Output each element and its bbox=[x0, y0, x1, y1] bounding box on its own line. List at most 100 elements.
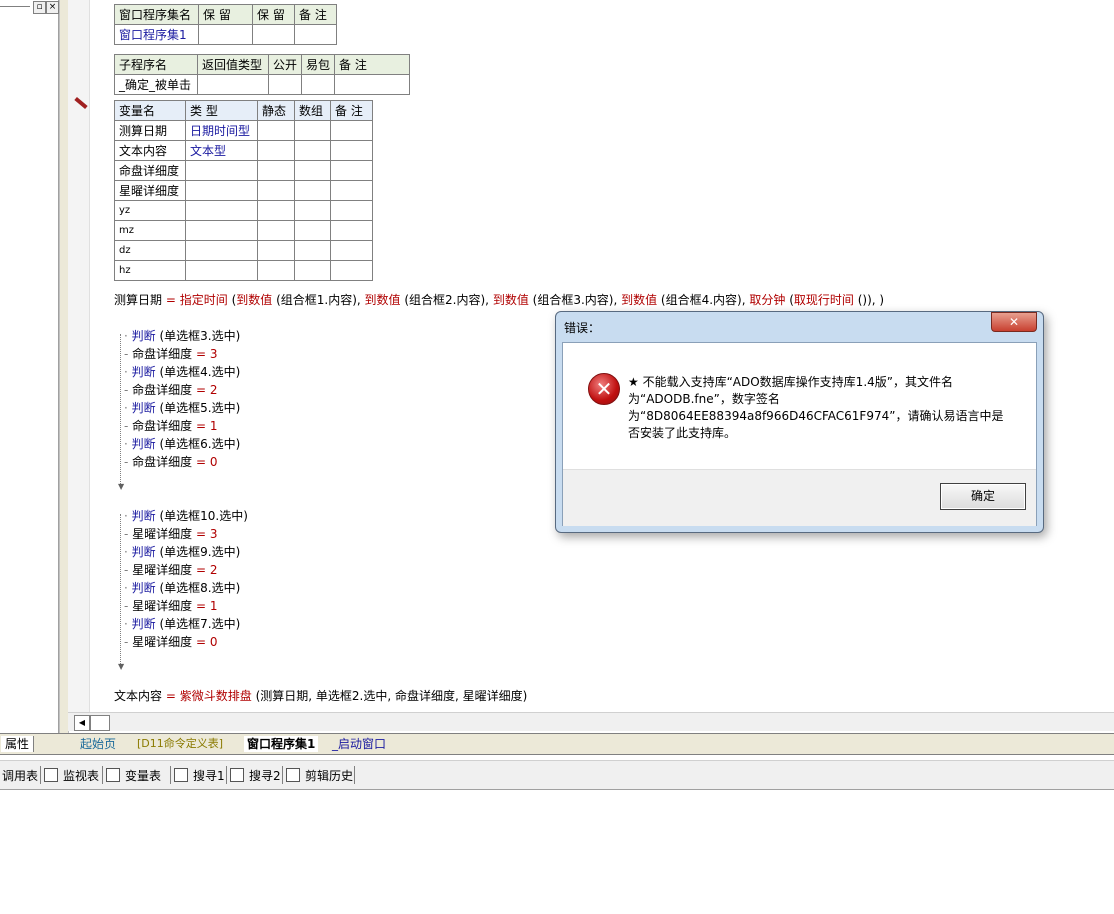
code-number: 2 bbox=[209, 383, 218, 397]
code-line-assign[interactable]: - 星曜详细度 = 1 bbox=[124, 597, 218, 614]
code-arguments: (到数值 (组合框1.内容), 到数值 (组合框2.内容), 到数值 (组合框3… bbox=[227, 293, 885, 307]
table-header: 公开 bbox=[267, 54, 303, 75]
toolbar-button[interactable]: 变量表 bbox=[106, 767, 161, 784]
tab-startup-window[interactable]: _启动窗口 bbox=[332, 736, 386, 752]
table-cell[interactable] bbox=[252, 24, 295, 45]
tab-start-page[interactable]: 起始页 bbox=[80, 736, 116, 752]
table-cell[interactable]: 窗口程序集1 bbox=[114, 24, 199, 45]
restore-icon[interactable]: ▫ bbox=[33, 1, 46, 14]
code-function: 指定时间 bbox=[179, 293, 228, 307]
var-type[interactable] bbox=[185, 260, 258, 281]
tab-window-assembly[interactable]: 窗口程序集1 bbox=[244, 736, 319, 752]
code-line-assign[interactable]: - 命盘详细度 = 3 bbox=[124, 345, 218, 362]
code-text: ( bbox=[227, 293, 237, 307]
table-row[interactable]: 星曜详细度 bbox=[114, 180, 373, 201]
toolbar-button[interactable]: 搜寻1 bbox=[174, 767, 225, 784]
horizontal-scrollbar[interactable]: ◀ bbox=[68, 712, 1114, 731]
table-cell[interactable] bbox=[198, 24, 253, 45]
code-line-if[interactable]: · 判断 (单选框6.选中) bbox=[124, 435, 240, 452]
table-cell[interactable]: _确定_被单击 bbox=[114, 74, 198, 95]
var-name[interactable]: 测算日期 bbox=[114, 120, 186, 141]
table-cell[interactable] bbox=[294, 24, 337, 45]
var-name[interactable]: 命盘详细度 bbox=[114, 160, 186, 181]
code-line-assign[interactable]: - 星曜详细度 = 0 bbox=[124, 633, 218, 650]
variable-table: 变量名 类 型 静态 数组 备 注 测算日期 日期时间型 文本内容 文本型 命盘详细… bbox=[114, 100, 373, 281]
tab-dll-commands[interactable]: [D11命令定义表] bbox=[137, 736, 223, 752]
var-name[interactable]: mz bbox=[114, 220, 186, 241]
code-line-if[interactable]: · 判断 (单选框4.选中) bbox=[124, 363, 240, 380]
code-line-assign[interactable]: - 命盘详细度 = 1 bbox=[124, 417, 218, 434]
table-cell[interactable] bbox=[267, 74, 303, 95]
code-identifier: 测算日期 bbox=[114, 293, 163, 307]
code-arguments: (单选框5.选中) bbox=[155, 401, 241, 415]
tree-connector: - bbox=[124, 599, 133, 613]
ok-button[interactable]: 确定 bbox=[940, 483, 1026, 510]
search-icon bbox=[230, 768, 244, 782]
table-row[interactable]: yz bbox=[114, 200, 373, 221]
table-row[interactable]: 测算日期 日期时间型 bbox=[114, 120, 373, 141]
code-line-assign[interactable]: - 星曜详细度 = 3 bbox=[124, 525, 218, 542]
code-line-if[interactable]: · 判断 (单选框5.选中) bbox=[124, 399, 240, 416]
toolbar-button[interactable]: 搜寻2 bbox=[230, 767, 281, 784]
code-keyword: 判断 bbox=[131, 329, 156, 343]
code-keyword: 判断 bbox=[131, 617, 156, 631]
code-identifier: 命盘详细度 bbox=[132, 455, 196, 469]
code-line-assign[interactable]: - 命盘详细度 = 0 bbox=[124, 453, 218, 470]
toolbar-label: 调用表 bbox=[2, 769, 39, 783]
code-keyword: 判断 bbox=[131, 437, 156, 451]
code-identifier: 文本内容 bbox=[114, 689, 163, 703]
code-number: 3 bbox=[209, 527, 218, 541]
tree-connector: - bbox=[124, 455, 133, 469]
toolbar-button[interactable]: 剪辑历史 bbox=[286, 767, 353, 784]
table-header: 数组 bbox=[294, 100, 331, 121]
var-type[interactable]: 文本型 bbox=[185, 140, 258, 161]
code-line-assign-date[interactable]: 测算日期 = 指定时间 (到数值 (组合框1.内容), 到数值 (组合框2.内容… bbox=[114, 291, 884, 308]
toolbar-button[interactable]: 监视表 bbox=[44, 767, 99, 784]
table-cell[interactable] bbox=[301, 74, 336, 95]
var-name[interactable]: hz bbox=[114, 260, 186, 281]
var-name[interactable]: 文本内容 bbox=[114, 140, 186, 161]
search-icon bbox=[174, 768, 188, 782]
table-cell[interactable] bbox=[334, 74, 411, 95]
code-line-if[interactable]: · 判断 (单选框8.选中) bbox=[124, 579, 240, 596]
toolbar-label: 搜寻2 bbox=[249, 769, 281, 783]
code-function: 取分钟 bbox=[749, 293, 786, 307]
code-line-assign-text[interactable]: 文本内容 = 紫微斗数排盘 (测算日期, 单选框2.选中, 命盘详细度, 星曜详… bbox=[114, 687, 527, 704]
var-type[interactable] bbox=[185, 220, 258, 241]
close-icon[interactable]: × bbox=[46, 1, 59, 14]
code-arguments: (单选框7.选中) bbox=[155, 617, 241, 631]
table-cell[interactable] bbox=[197, 74, 269, 95]
toolbar-button[interactable]: 调用表 bbox=[2, 767, 38, 784]
close-icon[interactable]: ✕ bbox=[991, 312, 1037, 332]
toolbar-separator bbox=[170, 766, 171, 784]
table-row[interactable]: dz bbox=[114, 240, 373, 261]
var-name[interactable]: yz bbox=[114, 200, 186, 221]
var-type[interactable] bbox=[185, 160, 258, 181]
tab-properties[interactable]: 属性 bbox=[1, 736, 35, 752]
clipboard-icon bbox=[286, 768, 300, 782]
code-number: 2 bbox=[209, 563, 218, 577]
table-row[interactable]: mz bbox=[114, 220, 373, 241]
var-type[interactable] bbox=[185, 180, 258, 201]
table-header: 窗口程序集名 bbox=[114, 4, 199, 25]
table-row[interactable]: 文本内容 文本型 bbox=[114, 140, 373, 161]
var-name[interactable]: dz bbox=[114, 240, 186, 261]
table-header: 备 注 bbox=[294, 4, 337, 25]
var-type[interactable] bbox=[185, 240, 258, 261]
var-type[interactable] bbox=[185, 200, 258, 221]
var-name[interactable]: 星曜详细度 bbox=[114, 180, 186, 201]
table-row[interactable]: hz bbox=[114, 260, 373, 281]
code-line-assign[interactable]: - 星曜详细度 = 2 bbox=[124, 561, 218, 578]
scroll-thumb[interactable] bbox=[90, 715, 110, 731]
toolbar-separator bbox=[354, 766, 355, 784]
table-row[interactable]: 命盘详细度 bbox=[114, 160, 373, 181]
code-line-assign[interactable]: - 命盘详细度 = 2 bbox=[124, 381, 218, 398]
var-type[interactable]: 日期时间型 bbox=[185, 120, 258, 141]
code-line-if[interactable]: · 判断 (单选框9.选中) bbox=[124, 543, 240, 560]
scroll-left-icon[interactable]: ◀ bbox=[74, 715, 90, 731]
tree-connector: · bbox=[124, 581, 132, 595]
code-line-if[interactable]: · 判断 (单选框7.选中) bbox=[124, 615, 240, 632]
code-line-if[interactable]: · 判断 (单选框3.选中) bbox=[124, 327, 240, 344]
code-identifier: 星曜详细度 bbox=[132, 635, 196, 649]
code-line-if[interactable]: · 判断 (单选框10.选中) bbox=[124, 507, 248, 524]
